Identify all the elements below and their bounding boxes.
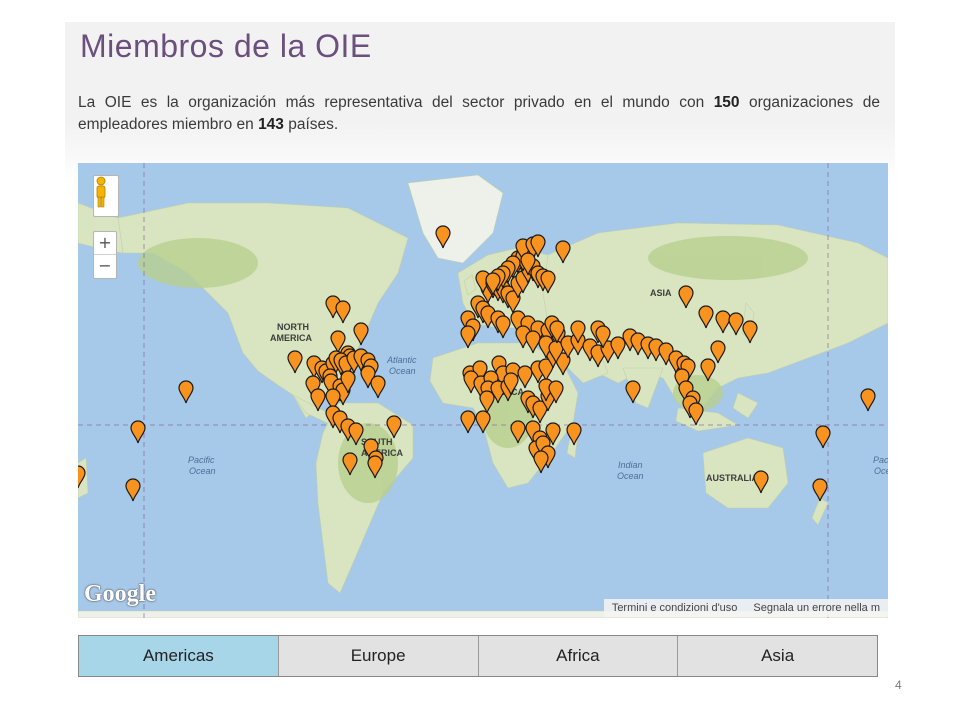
intro-paragraph: La OIE es la organización más representa… [78,92,880,136]
map-marker-icon[interactable] [460,410,476,434]
zoom-in-button[interactable]: + [94,232,116,255]
map-marker-icon[interactable] [178,380,194,404]
terms-link[interactable]: Termini e condizioni d'uso [604,599,746,617]
tab-asia[interactable]: Asia [677,636,877,676]
zoom-out-button[interactable]: − [94,255,116,277]
pegman-icon [96,176,106,208]
label-pacific-west-1: Pacific [188,455,215,465]
minus-icon: − [98,256,112,275]
map-marker-icon[interactable] [860,388,876,412]
page-title: Miembros de la OIE [80,28,372,64]
map-marker-icon[interactable] [495,315,511,339]
org-count: 150 [713,94,740,111]
label-atlantic-2: Ocean [389,366,416,376]
report-error-link[interactable]: Segnala un errore nella m [745,599,888,617]
label-australia: AUSTRALIA [706,473,758,483]
intro-text-after: países. [283,116,339,133]
tab-americas[interactable]: Americas [79,636,278,676]
label-asia: ASIA [650,288,672,298]
map-marker-icon[interactable] [125,478,141,502]
street-view-pegman[interactable] [93,175,119,217]
map-canvas[interactable]: NORTH AMERICA SOUTH AMERICA AFRICA ASIA … [78,163,888,618]
region-tabs: Americas Europe Africa Asia [78,635,878,677]
label-atlantic-1: Atlantic [386,355,417,365]
plus-icon: + [98,233,112,252]
page-number: 4 [895,678,902,692]
intro-text-before: La OIE es la organización más representa… [78,94,714,111]
tab-europe[interactable]: Europe [277,636,478,676]
label-pacific-east-1: Pacific [873,455,888,465]
world-map[interactable]: NORTH AMERICA SOUTH AMERICA AFRICA ASIA … [78,163,888,618]
google-logo: Google [84,581,156,607]
map-marker-icon[interactable] [812,478,828,502]
zoom-control: + − [93,231,117,279]
map-marker-icon[interactable] [130,420,146,444]
label-indian-1: Indian [618,460,643,470]
label-indian-2: Ocean [617,471,644,481]
label-pacific-west-2: Ocean [189,466,216,476]
country-count: 143 [258,116,284,133]
label-pacific-east-2: Oce [874,466,888,476]
label-north-america-2: AMERICA [270,333,312,343]
map-footer: Termini e condizioni d'uso Segnala un er… [603,599,888,617]
tab-africa[interactable]: Africa [477,636,678,676]
label-north-america-1: NORTH [277,322,309,332]
map-marker-icon[interactable] [370,375,386,399]
